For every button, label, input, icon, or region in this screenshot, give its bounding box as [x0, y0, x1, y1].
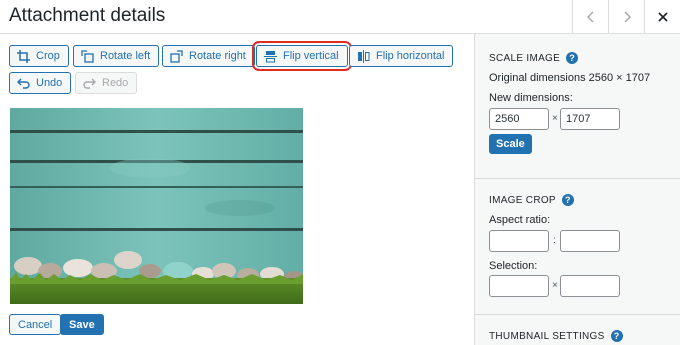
next-button[interactable] [608, 0, 644, 33]
flip-vertical-label: Flip vertical [283, 50, 339, 62]
flip-vertical-button[interactable]: Flip vertical [252, 41, 352, 71]
image-editor: Crop Rotate left Rotate right Flip verti… [0, 34, 474, 345]
save-label: Save [69, 318, 95, 331]
divider [475, 314, 680, 315]
crop-icon [16, 49, 30, 63]
image-crop-title: Image Crop [489, 194, 556, 206]
save-button[interactable]: Save [60, 314, 104, 335]
help-icon[interactable]: ? [561, 194, 574, 206]
cancel-button[interactable]: Cancel [9, 314, 62, 335]
rotate-right-icon [169, 49, 183, 63]
modal-header: Attachment details [0, 0, 680, 34]
undo-icon [16, 76, 30, 90]
preview-image [10, 108, 303, 304]
scale-image-title: Scale Image [489, 52, 561, 64]
flip-vertical-icon [263, 49, 277, 63]
undo-label: Undo [36, 77, 63, 89]
crop-label: Crop [36, 50, 60, 62]
settings-sidebar: Scale Image ? Original dimensions 2560 ×… [474, 34, 680, 345]
rotate-right-button[interactable]: Rotate right [162, 45, 255, 67]
divider [475, 178, 680, 179]
rotate-left-label: Rotate left [100, 50, 151, 62]
redo-button[interactable]: Redo [75, 72, 138, 94]
chevron-right-icon [623, 10, 631, 23]
crop-button[interactable]: Crop [9, 45, 69, 67]
thumbnail-settings-title: Thumbnail Settings [489, 330, 605, 342]
scale-width-input[interactable]: 2560 [489, 108, 549, 130]
aspect-separator: : [553, 235, 556, 246]
aspect-ratio-width-input[interactable] [489, 230, 549, 252]
modal-title: Attachment details [9, 5, 166, 26]
cancel-label: Cancel [18, 318, 53, 331]
selection-height-input[interactable] [560, 275, 620, 297]
dimension-separator: × [552, 113, 558, 124]
flip-horizontal-icon [356, 49, 370, 63]
redo-label: Redo [102, 77, 129, 89]
previous-button[interactable] [572, 0, 608, 33]
undo-button[interactable]: Undo [9, 72, 72, 94]
help-icon[interactable]: ? [566, 52, 579, 64]
flip-horizontal-label: Flip horizontal [376, 50, 445, 62]
flip-horizontal-button[interactable]: Flip horizontal [349, 45, 454, 67]
selection-separator: × [552, 280, 558, 291]
close-button[interactable] [644, 0, 680, 33]
thumbnail-settings-heading: Thumbnail Settings ? [489, 330, 623, 342]
new-dimensions-label: New dimensions: [489, 92, 573, 104]
aspect-ratio-label: Aspect ratio: [489, 214, 551, 226]
help-icon[interactable]: ? [610, 330, 623, 342]
aspect-ratio-height-input[interactable] [560, 230, 620, 252]
close-icon [657, 11, 668, 22]
scale-height-input[interactable]: 1707 [560, 108, 620, 130]
selection-label: Selection: [489, 260, 538, 272]
scale-image-heading: Scale Image ? [489, 52, 579, 64]
original-dimensions: Original dimensions 2560 × 1707 [489, 72, 651, 84]
rotate-right-label: Rotate right [189, 50, 246, 62]
rotate-left-icon [80, 49, 94, 63]
selection-width-input[interactable] [489, 275, 549, 297]
chevron-left-icon [586, 10, 594, 23]
image-crop-heading: Image Crop ? [489, 194, 574, 206]
scale-button[interactable]: Scale [489, 134, 532, 154]
redo-icon [82, 76, 96, 90]
rotate-left-button[interactable]: Rotate left [73, 45, 160, 67]
